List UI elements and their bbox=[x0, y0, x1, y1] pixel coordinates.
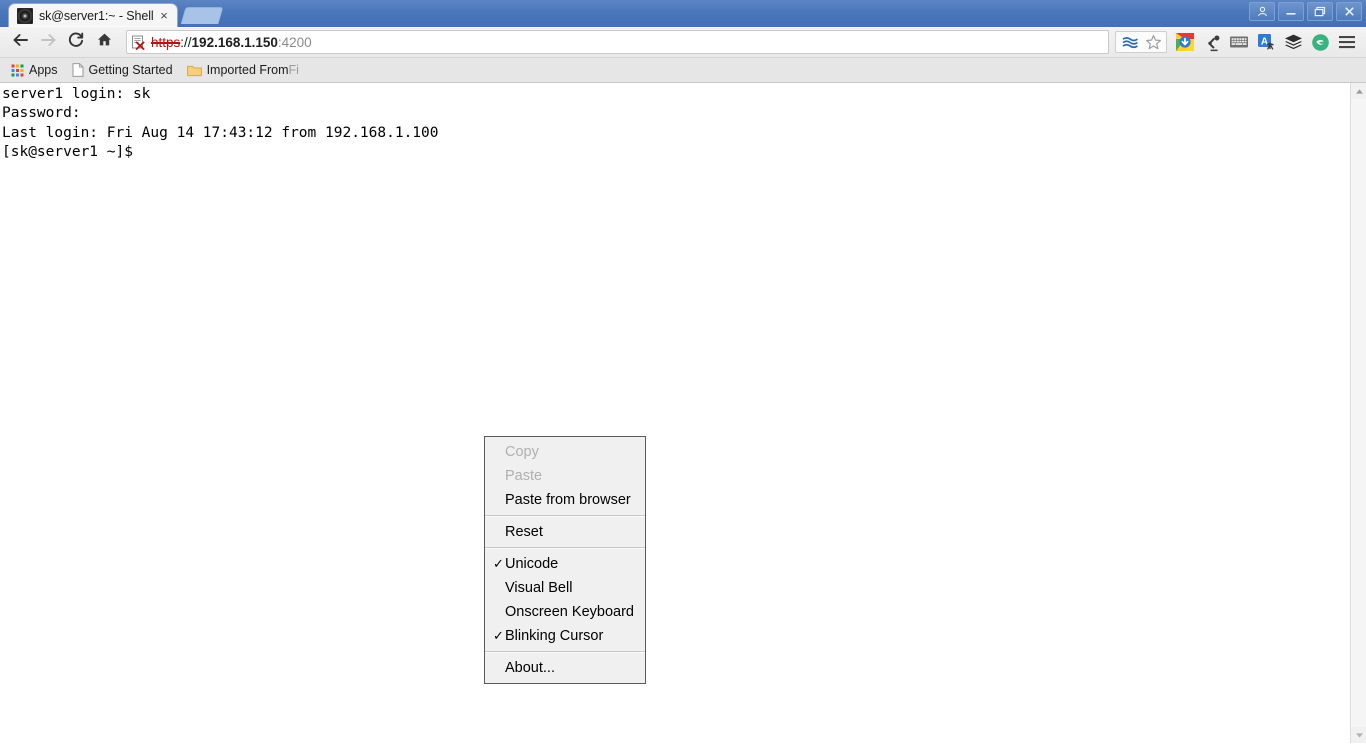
menu-item-unicode[interactable]: ✓ Unicode bbox=[485, 552, 645, 576]
back-arrow-icon bbox=[11, 32, 30, 53]
menu-item-copy-label: Copy bbox=[505, 444, 539, 460]
menu-item-onscreen-keyboard[interactable]: Onscreen Keyboard bbox=[485, 600, 645, 624]
menu-item-paste-from-browser[interactable]: Paste from browser bbox=[485, 488, 645, 512]
context-menu-group-reset: Reset bbox=[485, 517, 645, 547]
bookmark-imported-label: Imported From bbox=[206, 63, 289, 77]
menu-item-copy[interactable]: Copy bbox=[485, 440, 645, 464]
menu-item-blinking-cursor[interactable]: ✓ Blinking Cursor bbox=[485, 624, 645, 648]
menu-item-visual-bell[interactable]: Visual Bell bbox=[485, 576, 645, 600]
url-scheme: https bbox=[151, 34, 181, 50]
forward-arrow-icon bbox=[39, 32, 58, 53]
menu-item-paste-from-browser-label: Paste from browser bbox=[505, 492, 631, 508]
menu-item-unicode-label: Unicode bbox=[505, 556, 559, 572]
bookmark-star-icon[interactable] bbox=[1142, 32, 1164, 52]
terminal-output[interactable]: server1 login: sk Password: Last login: … bbox=[0, 83, 439, 162]
insecure-https-icon[interactable] bbox=[131, 34, 147, 50]
back-button[interactable] bbox=[6, 28, 34, 56]
close-button[interactable] bbox=[1336, 2, 1362, 21]
apps-grid-icon bbox=[11, 64, 24, 77]
menu-item-blinking-cursor-check-icon: ✓ bbox=[493, 628, 504, 643]
url-port: :4200 bbox=[277, 34, 312, 50]
context-menu-group-about: About... bbox=[485, 653, 645, 683]
forward-button bbox=[34, 28, 62, 56]
user-profile-button[interactable] bbox=[1249, 2, 1275, 21]
browser-titlebar: sk@server1:~ - Shell × bbox=[0, 0, 1366, 27]
reading-list-icon[interactable] bbox=[1119, 32, 1141, 52]
layers-icon[interactable] bbox=[1280, 29, 1306, 55]
browser-tab[interactable]: sk@server1:~ - Shell × bbox=[8, 3, 178, 27]
maximize-button[interactable] bbox=[1307, 2, 1333, 21]
page-icon bbox=[72, 63, 84, 77]
page-content: server1 login: sk Password: Last login: … bbox=[0, 83, 1366, 743]
menu-item-reset-label: Reset bbox=[505, 524, 543, 540]
context-menu-group-options: ✓ Unicode Visual Bell Onscreen Keyboard ✓… bbox=[485, 549, 645, 651]
evernote-icon[interactable] bbox=[1307, 29, 1333, 55]
page-scrollbar[interactable] bbox=[1350, 83, 1366, 743]
reading-list-and-bookmark-group bbox=[1115, 31, 1167, 53]
url-separator: :// bbox=[180, 34, 192, 50]
menu-item-about-label: About... bbox=[505, 660, 555, 676]
bookmarks-bar: Apps Getting Started Imported From Fi bbox=[0, 58, 1366, 83]
bookmark-apps[interactable]: Apps bbox=[6, 60, 63, 80]
tab-title: sk@server1:~ - Shell bbox=[39, 8, 154, 23]
url-host: 192.168.1.150 bbox=[191, 34, 278, 50]
menu-item-onscreen-keyboard-label: Onscreen Keyboard bbox=[505, 604, 634, 620]
scrollbar-up-arrow-icon[interactable] bbox=[1351, 83, 1366, 99]
home-button[interactable] bbox=[90, 28, 118, 56]
menu-item-reset[interactable]: Reset bbox=[485, 520, 645, 544]
address-bar[interactable]: https://192.168.1.150:4200 bbox=[126, 30, 1109, 54]
bookmark-getting-started-label: Getting Started bbox=[88, 63, 173, 77]
scrollbar-down-arrow-icon[interactable] bbox=[1351, 727, 1366, 743]
new-tab-button[interactable] bbox=[180, 7, 224, 24]
scrollbar-track[interactable] bbox=[1351, 99, 1366, 727]
bookmark-getting-started[interactable]: Getting Started bbox=[67, 60, 178, 80]
menu-item-paste-label: Paste bbox=[505, 468, 543, 484]
chrome-menu-icon[interactable] bbox=[1334, 29, 1360, 55]
menu-item-paste[interactable]: Paste bbox=[485, 464, 645, 488]
window-controls bbox=[1249, 2, 1362, 21]
desk-lamp-icon[interactable] bbox=[1199, 29, 1225, 55]
bookmark-imported-label-truncated: Fi bbox=[288, 63, 299, 77]
menu-item-visual-bell-label: Visual Bell bbox=[505, 580, 573, 596]
shell-in-a-box-favicon-icon bbox=[17, 7, 33, 24]
keyboard-icon[interactable] bbox=[1226, 29, 1252, 55]
menu-item-unicode-check-icon: ✓ bbox=[493, 556, 504, 571]
reload-icon bbox=[67, 31, 85, 54]
download-manager-icon[interactable] bbox=[1172, 29, 1198, 55]
home-icon bbox=[96, 31, 113, 53]
tab-close-icon[interactable]: × bbox=[157, 9, 171, 23]
browser-toolbar: https://192.168.1.150:4200 A bbox=[0, 27, 1366, 58]
translate-icon[interactable]: A bbox=[1253, 29, 1279, 55]
terminal-context-menu: Copy Paste Paste from browser Reset ✓ Uni… bbox=[484, 436, 646, 684]
reload-button[interactable] bbox=[62, 28, 90, 56]
context-menu-group-clipboard: Copy Paste Paste from browser bbox=[485, 437, 645, 515]
menu-item-about[interactable]: About... bbox=[485, 656, 645, 680]
bookmark-imported[interactable]: Imported From Fi bbox=[182, 60, 304, 80]
folder-icon bbox=[186, 64, 202, 77]
minimize-button[interactable] bbox=[1278, 2, 1304, 21]
menu-item-blinking-cursor-label: Blinking Cursor bbox=[505, 628, 604, 644]
bookmark-apps-label: Apps bbox=[29, 63, 58, 77]
address-bar-url: https://192.168.1.150:4200 bbox=[151, 35, 312, 50]
